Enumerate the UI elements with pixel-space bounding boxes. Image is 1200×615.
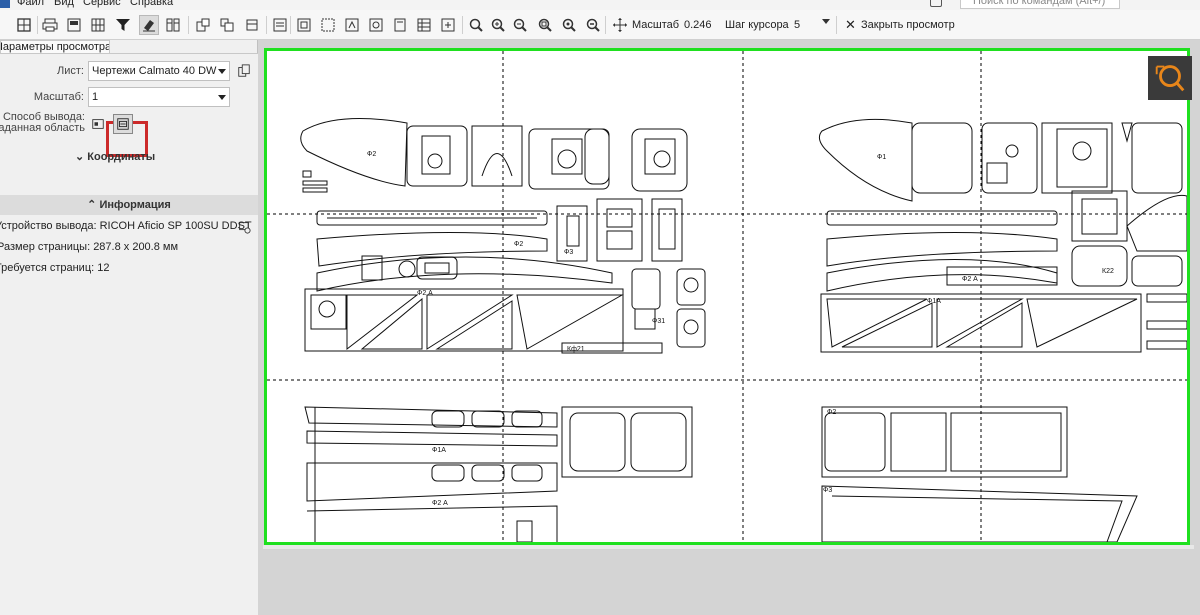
device-row: Устройство вывода: RICOH Aficio SP 100SU… — [0, 220, 252, 232]
menu-bar: Файл Вид Сервис Справка Поиск по команда… — [0, 0, 1200, 10]
grid2-icon[interactable] — [414, 15, 434, 35]
svg-text:Кф21: Кф21 — [567, 346, 585, 353]
print-sheet: Ф2 Ф2 Ф3 Ф2 А Ф1А Ф2 А Ф3 Ф2 Ф1 Ф1А К22 … — [264, 48, 1192, 545]
pages-row: Требуется страниц: 12 — [0, 262, 110, 274]
panel-tab[interactable]: Параметры просмотра — [0, 40, 110, 54]
pages-value: 12 — [97, 262, 110, 274]
sheet-icon[interactable] — [242, 15, 262, 35]
svg-text:Ф3: Ф3 — [564, 249, 573, 256]
info-section-header[interactable]: ⌃ Информация — [0, 195, 258, 215]
app-icon — [0, 0, 10, 8]
refresh-icon[interactable] — [366, 15, 386, 35]
svg-text:Ф31: Ф31 — [652, 318, 665, 325]
scale-dropdown-icon[interactable] — [218, 95, 226, 100]
output-window-icon[interactable] — [89, 115, 107, 133]
device-value: RICOH Aficio SP 100SU DDST — [99, 220, 252, 232]
svg-text:Ф2: Ф2 — [827, 409, 836, 416]
view-icon[interactable] — [64, 15, 84, 35]
menu-service[interactable]: Сервис — [83, 0, 121, 8]
page-size-value: 287.8 x 200.8 мм — [93, 241, 179, 253]
zoom-in-icon[interactable] — [488, 15, 508, 35]
camera-icon[interactable] — [930, 0, 942, 7]
left-drawing — [300, 118, 706, 543]
page-setup-icon[interactable] — [390, 15, 410, 35]
printer-settings-icon[interactable] — [235, 218, 253, 236]
output-area-icon[interactable] — [113, 114, 133, 134]
pages-label: Требуется страниц: — [0, 262, 95, 274]
toolbar-step-input[interactable]: 5 — [790, 16, 820, 34]
command-search-input[interactable]: Поиск по командам (Alt+/) — [960, 0, 1120, 9]
right-drawing — [818, 118, 1188, 543]
sheet-select[interactable]: Чертежи Calmato 40 DW — [88, 61, 230, 81]
toolbar-scale-label: Масштаб — [632, 19, 680, 31]
select-icon[interactable] — [318, 15, 338, 35]
grid-icon[interactable] — [14, 15, 34, 35]
svg-text:Ф1А: Ф1А — [927, 298, 941, 305]
preview-parameters-panel: Параметры просмотра Лист: Чертежи Calmat… — [0, 40, 258, 615]
zoom-out-icon[interactable] — [510, 15, 530, 35]
crop-icon[interactable] — [294, 15, 314, 35]
svg-text:Ф2: Ф2 — [367, 151, 376, 158]
layout-cells-icon[interactable] — [88, 15, 108, 35]
layout2-icon[interactable] — [217, 15, 237, 35]
svg-text:Ф3: Ф3 — [823, 487, 832, 494]
page-size-label: Размер страницы: — [0, 241, 91, 253]
menu-view[interactable]: Вид — [54, 0, 74, 8]
filter-icon[interactable] — [113, 15, 133, 35]
close-preview-button[interactable]: Закрыть просмотр — [861, 19, 955, 31]
svg-text:Ф2 А: Ф2 А — [432, 500, 448, 507]
print-preview-area[interactable]: Ф2 Ф2 Ф3 Ф2 А Ф1А Ф2 А Ф3 Ф2 Ф1 Ф1А К22 … — [259, 40, 1200, 615]
step-dropdown-icon[interactable] — [822, 19, 830, 24]
svg-text:К22: К22 — [1102, 268, 1114, 275]
svg-text:Ф1: Ф1 — [877, 154, 886, 161]
menu-file[interactable]: Файл — [17, 0, 44, 8]
drawing-labels: Ф2 Ф2 Ф3 Ф2 А Ф1А Ф2 А Ф3 Ф2 Ф1 Ф1А К22 … — [367, 151, 1114, 507]
svg-text:Ф2 А: Ф2 А — [962, 276, 978, 283]
device-label: Устройство вывода: — [0, 220, 97, 232]
page-size-row: Размер страницы: 287.8 x 200.8 мм — [0, 241, 178, 253]
zoom-minus-icon[interactable] — [583, 15, 603, 35]
plus-frame-icon[interactable] — [438, 15, 458, 35]
sheet-copy-icon[interactable] — [235, 62, 253, 80]
scale-label: Масштаб: — [33, 91, 84, 103]
toolbar-scale-input[interactable]: 0.246 — [680, 16, 714, 34]
drawing-canvas: Ф2 Ф2 Ф3 Ф2 А Ф1А Ф2 А Ф3 Ф2 Ф1 Ф1А К22 … — [267, 51, 1188, 543]
pan-icon[interactable] — [610, 15, 630, 35]
scale-select[interactable]: 1 — [88, 87, 230, 107]
zoom-icon[interactable] — [466, 15, 486, 35]
eraser-icon[interactable] — [139, 15, 159, 35]
close-icon[interactable]: ✕ — [845, 17, 856, 33]
layout-icon[interactable] — [193, 15, 213, 35]
coordinates-toggle[interactable]: ⌄ Координаты — [75, 150, 155, 163]
frame-icon[interactable] — [342, 15, 362, 35]
panel-body: Лист: Чертежи Calmato 40 DW Масштаб: 1 С… — [0, 53, 258, 615]
fit-view-icon[interactable] — [1148, 56, 1192, 100]
sheet-dropdown-icon[interactable] — [218, 69, 226, 74]
print-icon[interactable] — [40, 15, 60, 35]
svg-text:Ф2 А: Ф2 А — [417, 290, 433, 297]
toolbar-step-label: Шаг курсора — [725, 19, 789, 31]
columns-icon[interactable] — [163, 15, 183, 35]
menu-help[interactable]: Справка — [130, 0, 173, 8]
svg-text:Ф1А: Ф1А — [432, 447, 446, 454]
zoom-window-icon[interactable] — [535, 15, 555, 35]
page-split-lines — [267, 51, 1187, 542]
preview-scrollbar[interactable] — [263, 545, 1194, 549]
text-icon[interactable] — [270, 15, 290, 35]
toolbar: Масштаб 0.246 Шаг курсора 5 ✕ Закрыть пр… — [0, 10, 1200, 40]
sheet-label: Лист: — [57, 65, 84, 77]
svg-text:Ф2: Ф2 — [514, 241, 523, 248]
zoom-fit-icon[interactable] — [559, 15, 579, 35]
output-method-value: Заданная область — [0, 122, 85, 134]
